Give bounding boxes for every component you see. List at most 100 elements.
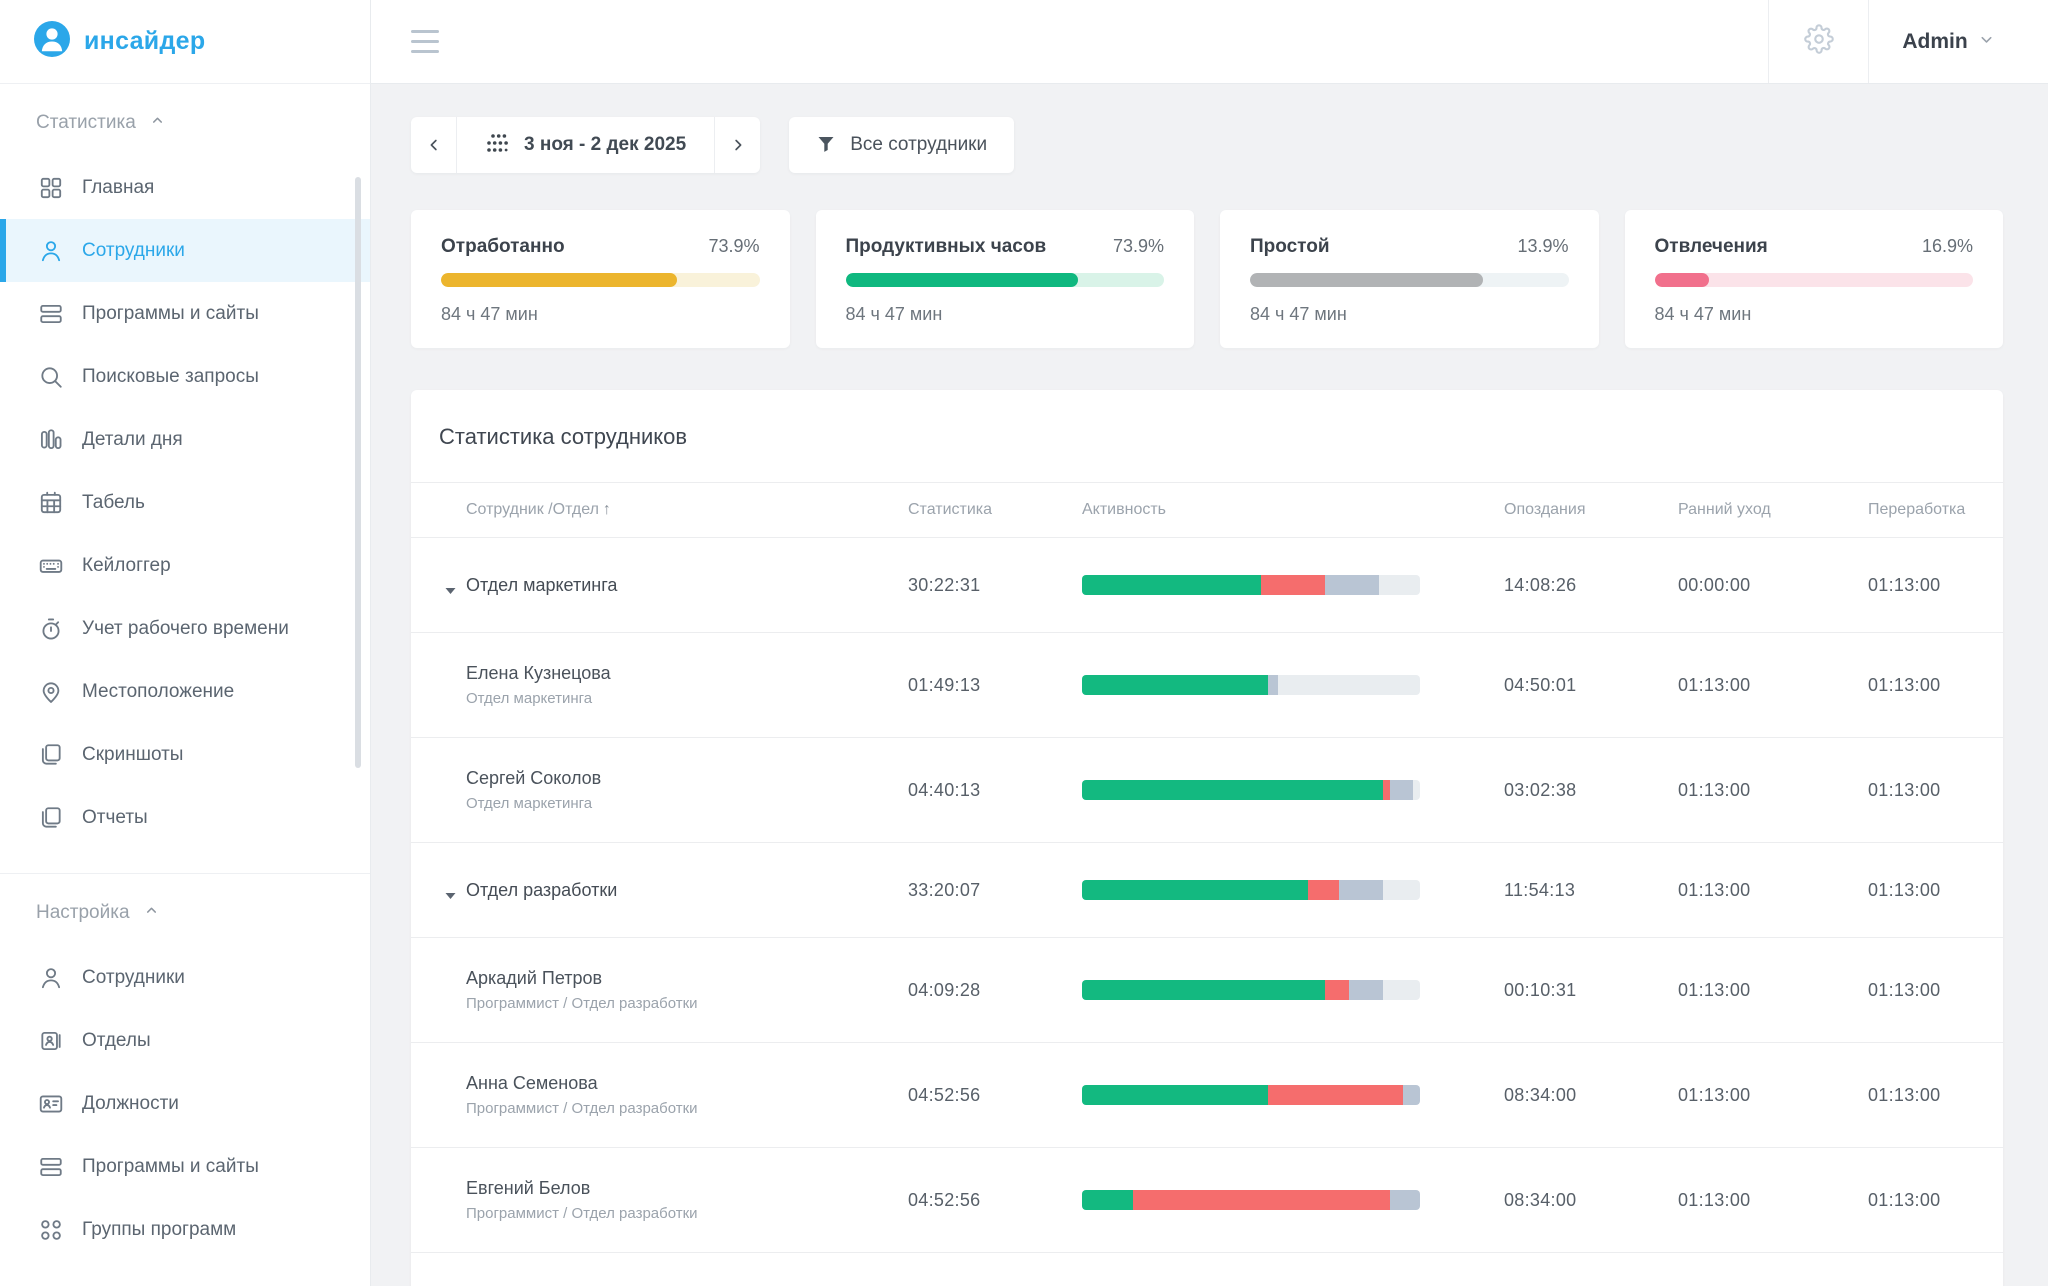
stat-time: 04:52:56 — [908, 1085, 1082, 1106]
table-row-employee[interactable]: Сергей Соколов Отдел маркетинга 04:40:13… — [411, 737, 2003, 842]
stat-card-progressbar — [441, 273, 760, 287]
table-row-employee-partial[interactable]: Анна Семенова — [411, 1252, 2003, 1286]
sidebar-item-keylogger[interactable]: Кейлоггер — [0, 534, 370, 597]
collapse-caret-icon[interactable] — [445, 887, 456, 905]
logo[interactable]: инсайдер — [0, 0, 370, 84]
sidebar-section-settings: Настройка СотрудникиОтделыДолжности Програ… — [0, 873, 370, 1261]
activity-bar — [1082, 675, 1420, 695]
sidebar-item-positions[interactable]: Должности — [0, 1072, 370, 1135]
collapse-caret-icon[interactable] — [445, 582, 456, 600]
employee-role: Отдел маркетинга — [466, 795, 888, 812]
sidebar-item-program-groups[interactable]: Группы программ — [0, 1198, 370, 1261]
bars-icon — [38, 427, 64, 453]
table-row-employee[interactable]: Анна Семенова Программист / Отдел разраб… — [411, 1042, 2003, 1147]
sidebar-item-label: Главная — [82, 175, 154, 201]
main-content: 3 ноя - 2 дек 2025 Все сотрудники Отрабо… — [371, 84, 2048, 1286]
sidebar-item-employees[interactable]: Сотрудники — [0, 219, 370, 282]
sidebar-item-home[interactable]: Главная — [0, 156, 370, 219]
early-leave-time: 01:13:00 — [1678, 1190, 1868, 1211]
late-time: 11:54:13 — [1504, 880, 1678, 901]
sidebar-item-screenshots[interactable]: Скриншоты — [0, 723, 370, 786]
sidebar-section-statistics: Статистика Главная СотрудникиПрограммы и с… — [0, 84, 370, 849]
late-time: 03:02:38 — [1504, 780, 1678, 801]
early-leave-time: 01:13:00 — [1678, 675, 1868, 696]
activity-segment-distraction — [1308, 880, 1338, 900]
table-row-employee[interactable]: Аркадий Петров Программист / Отдел разра… — [411, 937, 2003, 1042]
chevron-up-icon — [150, 113, 165, 133]
sidebar-scrollbar[interactable] — [355, 177, 361, 768]
activity-segment-empty — [1379, 575, 1420, 595]
employee-name: Анна Семенова — [466, 1073, 888, 1094]
layers-icon — [38, 805, 64, 831]
column-header-0[interactable]: Сотрудник /Отдел↑ — [466, 501, 908, 519]
sidebar-item-reports[interactable]: Отчеты — [0, 786, 370, 849]
stat-card-percent: 16.9% — [1922, 236, 1973, 257]
stat-card-3: Отвлечения 16.9% 84 ч 47 мин — [1625, 210, 2004, 348]
stat-card-title: Простой — [1250, 236, 1330, 258]
early-leave-time: 01:13:00 — [1678, 1085, 1868, 1106]
user-icon — [38, 238, 64, 264]
activity-segment-distraction — [1383, 780, 1390, 800]
stat-card-progressbar — [1655, 273, 1974, 287]
sidebar-item-programs-sites-settings[interactable]: Программы и сайты — [0, 1135, 370, 1198]
sidebar-item-day-details[interactable]: Детали дня — [0, 408, 370, 471]
overtime-time: 01:13:00 — [1868, 780, 2003, 801]
late-time: 08:34:00 — [1504, 1190, 1678, 1211]
sidebar-item-label: Кейлоггер — [82, 553, 171, 579]
sort-asc-icon: ↑ — [603, 501, 611, 518]
badge-icon — [38, 1028, 64, 1054]
activity-segment-empty — [1383, 880, 1420, 900]
employee-filter-label: Все сотрудники — [850, 134, 987, 156]
prev-period-button[interactable] — [411, 117, 456, 173]
sidebar-item-location[interactable]: Местоположение — [0, 660, 370, 723]
employee-stats-table: Статистика сотрудников Сотрудник /Отдел↑… — [411, 390, 2003, 1286]
date-range-display[interactable]: 3 ноя - 2 дек 2025 — [456, 117, 715, 173]
employee-name: Аркадий Петров — [466, 968, 888, 989]
user-menu[interactable]: Admin — [1868, 0, 2048, 83]
next-period-button[interactable] — [715, 117, 760, 173]
sidebar-item-timesheet[interactable]: Табель — [0, 471, 370, 534]
date-range-control: 3 ноя - 2 дек 2025 — [411, 117, 760, 173]
sidebar-item-search-queries[interactable]: Поисковые запросы — [0, 345, 370, 408]
column-header-2[interactable]: Активность — [1082, 501, 1504, 519]
table-row-department[interactable]: Отдел разработки 33:20:07 11:54:13 01:13… — [411, 842, 2003, 937]
overtime-time: 01:13:00 — [1868, 675, 2003, 696]
sidebar-item-employees-settings[interactable]: Сотрудники — [0, 946, 370, 1009]
column-header-4[interactable]: Ранний уход — [1678, 501, 1868, 519]
sidebar-section-label: Настройка — [36, 902, 130, 924]
column-header-3[interactable]: Опоздания — [1504, 501, 1678, 519]
department-name: Отдел маркетинга — [466, 575, 617, 595]
dots-grid-icon — [38, 1217, 64, 1243]
activity-bar — [1082, 980, 1420, 1000]
overtime-time: 01:13:00 — [1868, 880, 2003, 901]
stat-card-percent: 73.9% — [1113, 236, 1164, 257]
activity-bar — [1082, 1190, 1420, 1210]
table-row-employee[interactable]: Елена Кузнецова Отдел маркетинга 01:49:1… — [411, 632, 2003, 737]
activity-segment-idle — [1390, 1190, 1420, 1210]
table-row-department[interactable]: Отдел маркетинга 30:22:31 14:08:26 00:00… — [411, 537, 2003, 632]
gear-icon — [1804, 24, 1834, 59]
late-time: 14:08:26 — [1504, 575, 1678, 596]
activity-segment-productive — [1082, 980, 1325, 1000]
stat-time: 30:22:31 — [908, 575, 1082, 596]
employee-filter-button[interactable]: Все сотрудники — [789, 117, 1014, 173]
employee-name: Елена Кузнецова — [466, 663, 888, 684]
menu-toggle-icon[interactable] — [411, 30, 439, 53]
sidebar-item-departments[interactable]: Отделы — [0, 1009, 370, 1072]
column-header-1[interactable]: Статистика — [908, 501, 1082, 519]
user-icon — [38, 965, 64, 991]
sidebar-item-work-time[interactable]: Учет рабочего времени — [0, 597, 370, 660]
activity-segment-productive — [1082, 675, 1268, 695]
sidebar-item-label: Табель — [82, 490, 145, 516]
stat-time: 04:52:56 — [908, 1190, 1082, 1211]
table-row-employee[interactable]: Евгений Белов Программист / Отдел разраб… — [411, 1147, 2003, 1252]
date-range-text: 3 ноя - 2 дек 2025 — [524, 134, 686, 156]
stat-card-title: Продуктивных часов — [846, 236, 1047, 258]
sidebar-item-label: Программы и сайты — [82, 1154, 259, 1180]
settings-button[interactable] — [1768, 0, 1868, 83]
sidebar-item-programs-sites[interactable]: Программы и сайты — [0, 282, 370, 345]
column-header-5[interactable]: Переработка — [1868, 501, 2003, 519]
sidebar-section-header-settings[interactable]: Настройка — [0, 902, 370, 946]
sidebar-section-header-statistics[interactable]: Статистика — [0, 112, 370, 156]
early-leave-time: 01:13:00 — [1678, 980, 1868, 1001]
